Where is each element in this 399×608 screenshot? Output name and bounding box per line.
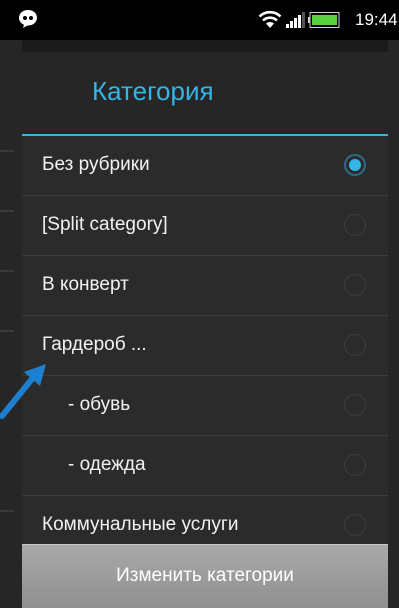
list-item[interactable]: - обувь <box>22 376 388 436</box>
background-app-edge <box>388 40 399 608</box>
list-item-label: Коммунальные услуги <box>42 514 239 535</box>
list-item-label: - одежда <box>68 454 146 475</box>
list-item-label: [Split category] <box>42 214 168 235</box>
signal-icon <box>286 12 305 28</box>
category-dialog: Категория Без рубрики [Split category] В… <box>22 52 388 608</box>
list-item[interactable]: Гардероб ... <box>22 316 388 376</box>
battery-icon <box>308 12 340 28</box>
radio-button[interactable] <box>344 274 366 296</box>
button-label: Изменить категории <box>116 565 294 586</box>
wifi-icon <box>258 10 282 28</box>
status-bar: 19:44 <box>0 0 399 40</box>
radio-button[interactable] <box>344 154 366 176</box>
chat-bubble-icon <box>19 10 37 28</box>
dialog-header: Категория <box>22 52 388 134</box>
list-item[interactable]: В конверт <box>22 256 388 316</box>
list-item[interactable]: Без рубрики <box>22 136 388 196</box>
list-item-label: Без рубрики <box>42 154 150 175</box>
list-item-label: Гардероб ... <box>42 334 147 355</box>
radio-button[interactable] <box>344 394 366 416</box>
radio-button[interactable] <box>344 334 366 356</box>
status-time: 19:44 <box>355 10 398 29</box>
list-item-label: В конверт <box>42 274 129 295</box>
arrow-icon <box>0 364 46 419</box>
radio-button[interactable] <box>344 514 366 536</box>
radio-button[interactable] <box>344 454 366 476</box>
list-item[interactable]: [Split category] <box>22 196 388 256</box>
list-item-label: - обувь <box>68 394 131 415</box>
change-categories-button[interactable]: Изменить категории <box>22 544 388 608</box>
list-item[interactable]: - одежда <box>22 436 388 496</box>
background-app <box>0 40 22 608</box>
dialog-title: Категория <box>92 76 214 106</box>
radio-button[interactable] <box>344 214 366 236</box>
